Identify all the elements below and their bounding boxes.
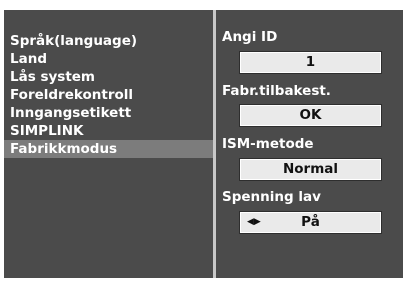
menu-list: Språk(language) Land Lås system Foreldre…: [4, 32, 213, 158]
factory-reset-ok-button[interactable]: OK: [239, 104, 382, 127]
low-voltage-label: Spenning lav: [222, 189, 321, 205]
low-voltage-value: På: [301, 214, 320, 230]
factory-mode-panel: Angi ID 1 Fabr.tilbakest. OK ISM-metode …: [216, 10, 403, 278]
ism-method-value: Normal: [282, 161, 339, 177]
ism-method-field[interactable]: Normal: [239, 158, 382, 181]
menu-item-parental-control[interactable]: Foreldrekontroll: [4, 86, 213, 104]
menu-item-simplink[interactable]: SIMPLINK: [4, 122, 213, 140]
angi-id-section: Angi ID 1: [216, 28, 403, 74]
factory-reset-section: Fabr.tilbakest. OK: [216, 82, 403, 127]
tv-menu-screen: Språk(language) Land Lås system Foreldre…: [4, 10, 403, 278]
menu-item-factory-mode[interactable]: Fabrikkmodus: [4, 140, 213, 158]
left-right-arrows-icon[interactable]: ◀▶: [247, 213, 261, 232]
low-voltage-selector[interactable]: ◀▶ På: [239, 211, 382, 234]
angi-id-field[interactable]: 1: [239, 51, 382, 74]
factory-reset-value: OK: [299, 107, 322, 123]
menu-item-language[interactable]: Språk(language): [4, 32, 213, 50]
angi-id-value: 1: [305, 54, 316, 70]
low-voltage-section: Spenning lav ◀▶ På: [216, 188, 403, 234]
menu-item-lock-system[interactable]: Lås system: [4, 68, 213, 86]
ism-method-section: ISM-metode Normal: [216, 135, 403, 181]
main-menu-panel: Språk(language) Land Lås system Foreldre…: [4, 10, 213, 278]
menu-item-country[interactable]: Land: [4, 50, 213, 68]
menu-item-input-label[interactable]: Inngangsetikett: [4, 104, 213, 122]
angi-id-label: Angi ID: [222, 29, 278, 45]
factory-reset-label: Fabr.tilbakest.: [222, 83, 331, 99]
ism-method-label: ISM-metode: [222, 136, 314, 152]
